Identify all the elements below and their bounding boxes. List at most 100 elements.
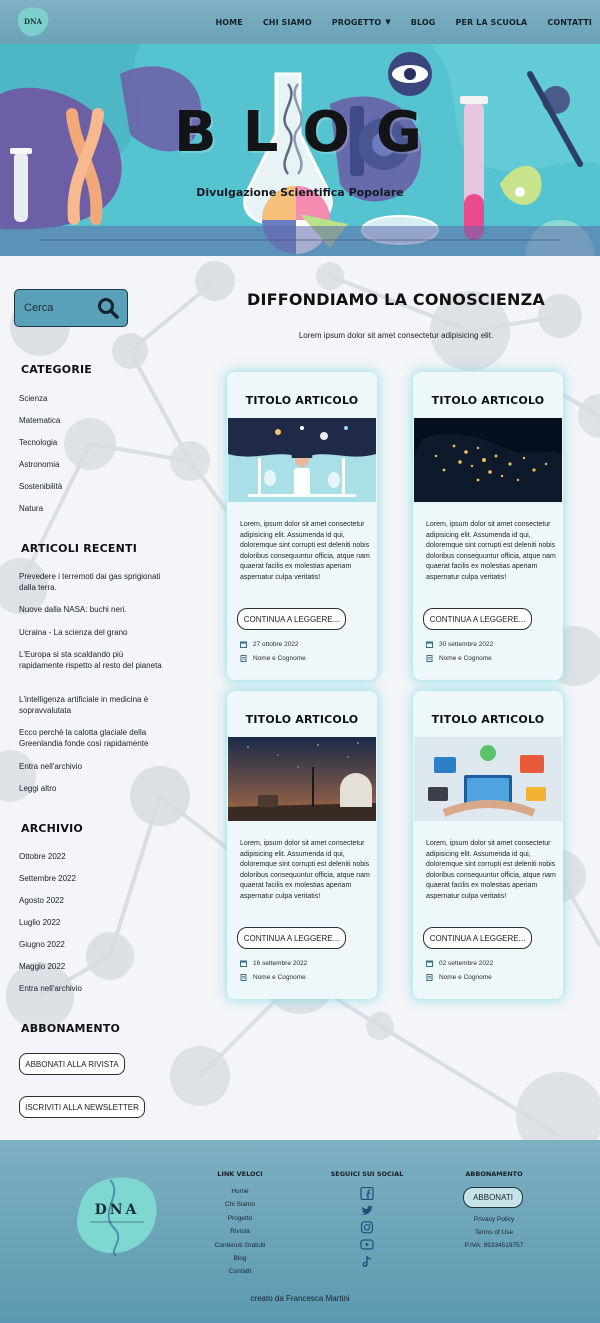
card-excerpt: Lorem, ipsum dolor sit amet consectetur … xyxy=(240,840,370,900)
privacy-policy-link[interactable]: Privacy Policy xyxy=(454,1216,534,1223)
recent-article-link[interactable]: L'Europa si sta scaldando più rapidament… xyxy=(19,649,169,671)
card-date-text: 02 settembre 2022 xyxy=(439,960,494,967)
card-excerpt: Lorem, ipsum dolor sit amet consectetur … xyxy=(426,521,556,581)
recent-article-link[interactable]: Ucraina - La scienza del grano xyxy=(19,627,169,638)
card-image-earth-night[interactable] xyxy=(414,418,562,502)
dna-logo[interactable]: DNA xyxy=(16,6,50,38)
card-date: 16 settembre 2022 xyxy=(240,960,307,967)
facebook-icon[interactable] xyxy=(360,1187,374,1200)
category-link[interactable]: Matematica xyxy=(19,415,169,426)
archive-month-link[interactable]: Settembre 2022 xyxy=(19,873,169,884)
footer-link-rivista[interactable]: Rivista xyxy=(200,1228,280,1235)
read-more-button[interactable]: CONTINUA A LEGGERE... xyxy=(237,608,346,630)
article-card: TITOLO ARTICOLO Lorem, ipsum dolor sit a… xyxy=(413,691,563,999)
svg-text:DNA: DNA xyxy=(24,17,42,26)
intro-text: Lorem ipsum dolor sit amet consectetur a… xyxy=(298,331,494,340)
calendar-icon xyxy=(426,641,433,648)
read-more-link[interactable]: Leggi altro xyxy=(19,783,169,794)
card-title[interactable]: TITOLO ARTICOLO xyxy=(227,394,377,407)
footer-link-progetto[interactable]: Progetto xyxy=(200,1215,280,1222)
recent-article-link[interactable]: L'intelligenza artificiale in medicina è… xyxy=(19,694,169,716)
archive-month-link[interactable]: Maggio 2022 xyxy=(19,961,169,972)
card-title[interactable]: TITOLO ARTICOLO xyxy=(413,713,563,726)
category-link[interactable]: Sostenibilità xyxy=(19,481,169,492)
card-author-text: Nome e Cognome xyxy=(253,974,306,981)
calendar-icon xyxy=(240,960,247,967)
hero-banner: BLOG Divulgazione Scientifica Popolare xyxy=(0,44,600,256)
archive-entry-link[interactable]: Entra nell'archivio xyxy=(19,761,169,772)
read-more-button[interactable]: CONTINUA A LEGGERE... xyxy=(423,927,532,949)
footer-link-contatti[interactable]: Contatti xyxy=(200,1268,280,1275)
youtube-icon[interactable] xyxy=(360,1238,374,1251)
archive-entry-link[interactable]: Entra nell'archivio xyxy=(19,983,169,994)
calendar-icon xyxy=(240,641,247,648)
terms-of-use-link[interactable]: Terms of Use xyxy=(454,1229,534,1236)
quick-links-heading: LINK VELOCI xyxy=(217,1170,263,1178)
read-more-button[interactable]: CONTINUA A LEGGERE... xyxy=(237,927,346,949)
category-link[interactable]: Scienza xyxy=(19,393,169,404)
card-image-observatory[interactable] xyxy=(228,737,376,821)
search-box[interactable]: Cerca xyxy=(14,289,128,327)
recent-article-link[interactable]: Nuove dalla NASA: buchi neri. xyxy=(19,604,169,615)
search-icon[interactable] xyxy=(97,297,119,319)
footer-subscription-heading: ABBONAMENTO xyxy=(465,1170,523,1178)
category-link[interactable]: Astronomia xyxy=(19,459,169,470)
category-link[interactable]: Tecnologia xyxy=(19,437,169,448)
categories-heading: CATEGORIE xyxy=(21,363,93,376)
card-author: Nome e Cognome xyxy=(240,655,306,662)
card-image-technology[interactable] xyxy=(414,737,562,821)
page-title: DIFFONDIAMO LA CONOSCIENZA xyxy=(246,290,545,309)
card-date: 27 ottobre 2022 xyxy=(240,641,299,648)
author-icon xyxy=(240,655,247,662)
author-icon xyxy=(426,974,433,981)
search-input[interactable]: Cerca xyxy=(24,302,53,314)
nav-chi-siamo[interactable]: CHI SIAMO xyxy=(263,18,312,27)
hero-subtitle: Divulgazione Scientifica Popolare xyxy=(196,186,404,199)
nav-home[interactable]: HOME xyxy=(215,18,242,27)
footer-link-contenuti-gratuiti[interactable]: Contenuti Gratuiti xyxy=(200,1242,280,1249)
archive-month-link[interactable]: Ottobre 2022 xyxy=(19,851,169,862)
card-excerpt: Lorem, ipsum dolor sit amet consectetur … xyxy=(240,521,370,581)
card-image-scientist[interactable] xyxy=(228,418,376,502)
read-more-button[interactable]: CONTINUA A LEGGERE... xyxy=(423,608,532,630)
nav-per-la-scuola[interactable]: PER LA SCUOLA xyxy=(455,18,527,27)
top-navbar: DNA HOME CHI SIAMO PROGETTO ▼ BLOG PER LA… xyxy=(0,0,600,44)
instagram-icon[interactable] xyxy=(360,1221,374,1234)
tiktok-icon[interactable] xyxy=(360,1255,374,1268)
author-icon xyxy=(426,655,433,662)
card-author-text: Nome e Cognome xyxy=(439,655,492,662)
nav-blog[interactable]: BLOG xyxy=(411,18,436,27)
archive-month-link[interactable]: Agosto 2022 xyxy=(19,895,169,906)
category-link[interactable]: Natura xyxy=(19,503,169,514)
newsletter-signup-button[interactable]: ISCRIVITI ALLA NEWSLETTER xyxy=(19,1096,145,1118)
recent-article-link[interactable]: Ecco perchè la calotta glaciale della Gr… xyxy=(19,727,169,749)
archive-month-link[interactable]: Luglio 2022 xyxy=(19,917,169,928)
archive-heading: ARCHIVIO xyxy=(21,822,83,835)
footer-link-blog[interactable]: Blog xyxy=(200,1255,280,1262)
nav-contatti[interactable]: CONTATTI xyxy=(547,18,592,27)
subscribe-magazine-button[interactable]: ABBONATI ALLA RIVISTA xyxy=(19,1053,125,1075)
card-title[interactable]: TITOLO ARTICOLO xyxy=(413,394,563,407)
main-nav: HOME CHI SIAMO PROGETTO ▼ BLOG PER LA SCU… xyxy=(195,0,592,44)
nav-progetto[interactable]: PROGETTO ▼ xyxy=(332,18,391,27)
hero-title: BLOG xyxy=(174,100,448,165)
footer-subscribe-button[interactable]: ABBONATI xyxy=(463,1187,523,1208)
article-card: TITOLO ARTICOLO Lorem, ipsum dolor sit a… xyxy=(227,691,377,999)
twitter-icon[interactable] xyxy=(360,1204,374,1217)
footer-logo[interactable]: DNA xyxy=(72,1172,162,1256)
archive-month-link[interactable]: Giugno 2022 xyxy=(19,939,169,950)
recent-article-link[interactable]: Prevedere i terremoti dai gas sprigionat… xyxy=(19,571,169,593)
footer-credit: creato da Francesca Martini xyxy=(250,1294,350,1303)
author-icon xyxy=(240,974,247,981)
calendar-icon xyxy=(426,960,433,967)
card-date-text: 16 settembre 2022 xyxy=(253,960,308,967)
card-title[interactable]: TITOLO ARTICOLO xyxy=(227,713,377,726)
svg-text:DNA: DNA xyxy=(95,1202,140,1218)
footer-link-chi-siamo[interactable]: Chi Siamo xyxy=(200,1201,280,1208)
article-card: TITOLO ARTICOLO Lorem, ipsum dolor sit a… xyxy=(413,372,563,680)
card-author-text: Nome e Cognome xyxy=(253,655,306,662)
footer-link-home[interactable]: Home xyxy=(200,1188,280,1195)
card-author: Nome e Cognome xyxy=(426,974,492,981)
card-date: 02 settembre 2022 xyxy=(426,960,493,967)
card-date-text: 27 ottobre 2022 xyxy=(253,641,299,648)
